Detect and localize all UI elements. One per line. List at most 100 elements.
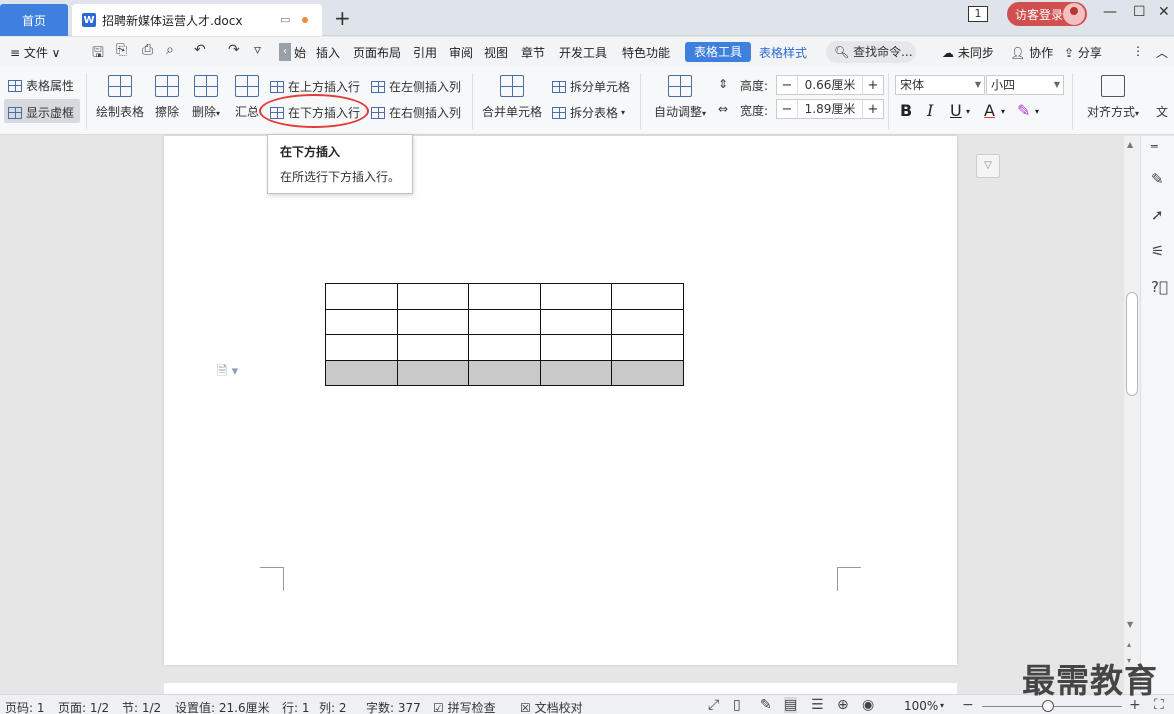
insert-column-left-button[interactable]: 在左侧插入列 (371, 78, 461, 95)
sync-status[interactable]: ☁ 未同步 (942, 44, 994, 61)
scroll-thumb[interactable] (1126, 292, 1138, 396)
collaborate-button[interactable]: 👤︎ 协作 (1010, 44, 1053, 61)
table-cell[interactable] (396, 308, 470, 335)
eye-protection-icon[interactable]: ◉ (862, 697, 874, 713)
tab-page-layout[interactable]: 页面布局 (353, 44, 401, 61)
table-cell[interactable] (539, 308, 613, 335)
table-cell[interactable] (611, 308, 684, 335)
height-increase-button[interactable]: + (863, 78, 883, 93)
font-size-select[interactable]: 小四 ▼ (986, 75, 1064, 95)
tab-table-tools[interactable]: 表格工具 (685, 42, 751, 62)
tab-table-style[interactable]: 表格样式 (759, 44, 807, 61)
zoom-out-button[interactable]: − (962, 697, 974, 713)
width-decrease-button[interactable]: − (777, 102, 797, 117)
font-family-select[interactable]: 宋体 ▼ (895, 75, 985, 95)
scroll-page-up-icon[interactable]: ▴ (1127, 640, 1131, 649)
fullscreen-icon[interactable]: ⤢ (708, 697, 719, 713)
table-cell[interactable] (539, 283, 613, 310)
height-stepper[interactable]: − 0.66厘米 + (776, 75, 884, 95)
table-properties-button[interactable]: 表格属性 (8, 77, 74, 94)
save-icon[interactable]: 🖫 (92, 42, 104, 66)
table-cell[interactable] (539, 359, 613, 386)
status-page-code[interactable]: 页码: 1 (5, 699, 45, 714)
table-cell[interactable] (611, 334, 684, 361)
status-word-count[interactable]: 字数: 377 (366, 699, 421, 714)
table-cell[interactable] (396, 283, 470, 310)
split-table-button[interactable]: 拆分表格 ▾ (552, 104, 625, 121)
table-cell[interactable] (468, 308, 541, 335)
table-row[interactable] (325, 308, 684, 335)
zoom-dropdown-icon[interactable]: ▾ (940, 701, 944, 710)
reading-mode-icon[interactable]: ▯ (733, 697, 741, 713)
table-cell[interactable] (325, 359, 398, 386)
tab-features[interactable]: 特色功能 (622, 44, 670, 61)
split-cells-button[interactable]: 拆分单元格 (552, 78, 630, 95)
strip-menu-icon[interactable]: ═ (1151, 140, 1158, 153)
tab-developer[interactable]: 开发工具 (559, 44, 607, 61)
page-options-icon[interactable]: ▽ (976, 154, 1000, 178)
table-cell[interactable] (396, 359, 470, 386)
draw-table-button[interactable]: 绘制表格 (94, 75, 146, 120)
scroll-up-icon[interactable]: ▲ (1127, 140, 1133, 149)
auto-adjust-button[interactable]: 自动调整▾ (650, 75, 710, 120)
table-row[interactable] (325, 283, 684, 310)
table-row[interactable] (325, 334, 684, 361)
table-cell[interactable] (468, 359, 541, 386)
highlight-dropdown-icon[interactable]: ▾ (1035, 107, 1039, 116)
monitor-icon[interactable]: ▭ (280, 13, 290, 26)
height-value[interactable]: 0.66厘米 (797, 76, 863, 94)
undo-icon[interactable]: ↶ (194, 42, 206, 58)
page-badge[interactable]: 1 (968, 6, 988, 22)
bold-button[interactable]: B (900, 101, 912, 120)
visitor-login-button[interactable]: 访客登录 (1007, 2, 1087, 26)
underline-button[interactable]: U (950, 101, 962, 120)
status-row[interactable]: 行: 1 (282, 699, 310, 714)
document-canvas[interactable] (0, 136, 1124, 703)
scroll-down-icon[interactable]: ▼ (1127, 620, 1133, 629)
erase-button[interactable]: 擦除 (152, 75, 182, 120)
tab-chapter[interactable]: 章节 (521, 44, 545, 61)
table-cell[interactable] (468, 334, 541, 361)
outline-view-icon[interactable]: ☰ (811, 697, 824, 713)
print-icon[interactable]: ⎙ (142, 42, 153, 58)
file-menu[interactable]: ≡ 文件 ∨ (10, 44, 60, 61)
width-increase-button[interactable]: + (863, 102, 883, 117)
delete-button[interactable]: 删除▾ (188, 75, 224, 120)
paragraph-options-icon[interactable]: 🗎︎ ▾ (217, 362, 238, 384)
table-cell[interactable] (325, 334, 398, 361)
edit-mode-icon[interactable]: ✎ (760, 697, 772, 713)
highlight-pen-icon[interactable]: ✎ (1017, 101, 1030, 120)
document-table[interactable] (325, 283, 684, 386)
merge-cells-button[interactable]: 合并单元格 (480, 75, 544, 120)
document-proof-button[interactable]: ☒ 文档校对 (520, 699, 583, 714)
status-section[interactable]: 节: 1/2 (122, 699, 161, 714)
pointer-icon[interactable]: ➚ (1151, 206, 1164, 224)
tab-references[interactable]: 引用 (413, 44, 437, 61)
collapse-ribbon-icon[interactable]: ︿ (1156, 44, 1168, 61)
underline-dropdown-icon[interactable]: ▾ (966, 107, 970, 116)
insert-row-above-button[interactable]: 在上方插入行 (270, 78, 360, 95)
table-cell[interactable] (611, 359, 684, 386)
show-frame-button[interactable]: 显示虚框 (8, 104, 74, 121)
vertical-scrollbar[interactable]: ▲ ▼ ▴ ▾ (1124, 136, 1140, 694)
customize-dropdown-icon[interactable]: ▿ (254, 42, 261, 58)
tab-view[interactable]: 视图 (484, 44, 508, 61)
close-button[interactable]: ✕ (1158, 4, 1170, 20)
font-color-dropdown-icon[interactable]: ▾ (1001, 107, 1005, 116)
status-column[interactable]: 列: 2 (319, 699, 347, 714)
page-view-icon[interactable]: ▤ (784, 697, 798, 713)
tab-insert[interactable]: 插入 (316, 44, 340, 61)
minimize-button[interactable]: — (1103, 4, 1117, 20)
table-cell[interactable] (539, 334, 613, 361)
font-color-button[interactable]: A (984, 101, 995, 120)
table-cell[interactable] (611, 283, 684, 310)
share-button[interactable]: ⇪ 分享 (1064, 44, 1102, 61)
status-pages[interactable]: 页面: 1/2 (58, 699, 109, 714)
table-cell[interactable] (396, 334, 470, 361)
tab-start[interactable]: 始 (294, 44, 306, 61)
home-tab[interactable]: 首页 (0, 4, 68, 36)
table-row[interactable] (325, 359, 684, 386)
zoom-level[interactable]: 100% (904, 699, 938, 713)
summary-button[interactable]: 汇总 (233, 75, 261, 120)
insert-column-right-button[interactable]: 在右侧插入列 (371, 104, 461, 121)
